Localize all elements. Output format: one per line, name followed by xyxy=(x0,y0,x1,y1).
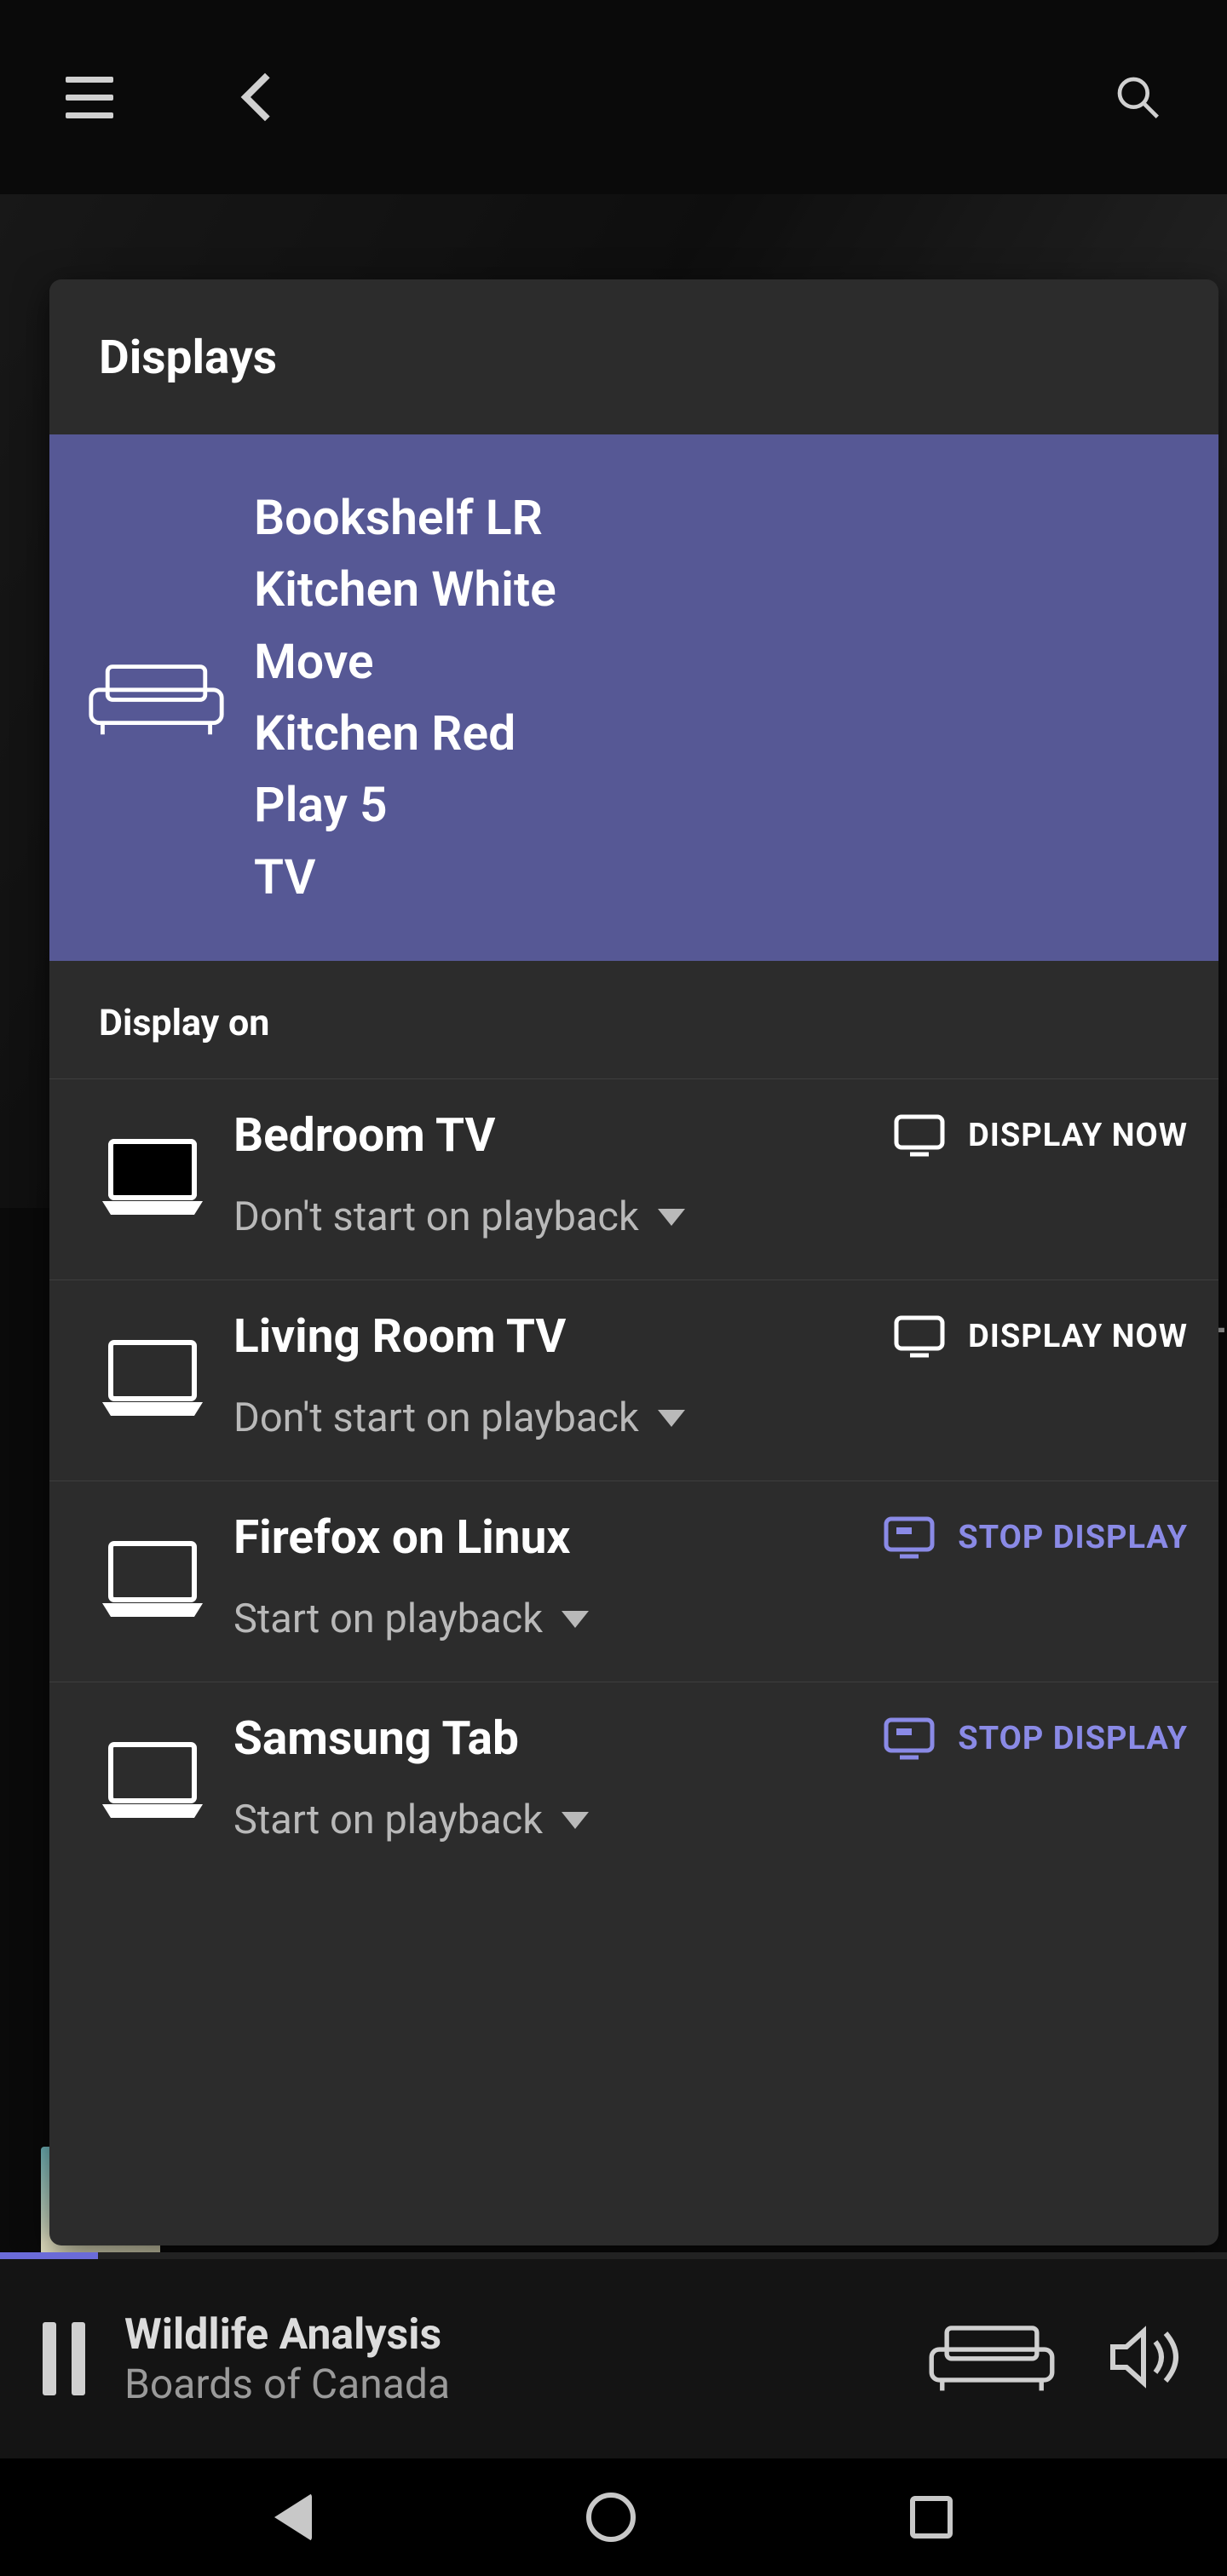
android-home-button[interactable] xyxy=(586,2493,636,2542)
display-now-button[interactable]: DISPLAY NOW xyxy=(893,1113,1188,1158)
section-label: Display on xyxy=(49,961,1218,1079)
app-bar xyxy=(0,0,1227,194)
screen-icon xyxy=(893,1113,946,1158)
display-item: Firefox on Linux STOP DISPLAY Start on p… xyxy=(49,1481,1218,1682)
playback-mode-select[interactable]: Don't start on playback xyxy=(233,1394,1188,1441)
menu-button[interactable] xyxy=(43,50,136,144)
stop-display-button[interactable]: STOP DISPLAY xyxy=(883,1515,1188,1560)
output-device-button[interactable] xyxy=(924,2320,1060,2397)
volume-button[interactable] xyxy=(1099,2314,1184,2403)
playback-mode-select[interactable]: Start on playback xyxy=(233,1797,1188,1843)
chevron-left-icon xyxy=(241,73,290,122)
volume-icon xyxy=(1099,2314,1184,2400)
playback-mode-select[interactable]: Don't start on playback xyxy=(233,1193,1188,1240)
group-name: Move xyxy=(254,628,556,696)
laptop-icon xyxy=(80,1130,225,1220)
playback-mode-label: Don't start on playback xyxy=(233,1193,639,1240)
action-label: DISPLAY NOW xyxy=(968,1318,1188,1355)
display-name: Bedroom TV xyxy=(233,1108,884,1163)
screen-active-icon xyxy=(883,1515,936,1560)
group-name: Kitchen Red xyxy=(254,699,556,768)
display-list: Bedroom TV DISPLAY NOW Don't start on pl… xyxy=(49,1079,1218,2245)
chevron-down-icon xyxy=(658,1209,685,1226)
display-item: Bedroom TV DISPLAY NOW Don't start on pl… xyxy=(49,1079,1218,1280)
display-now-button[interactable]: DISPLAY NOW xyxy=(893,1314,1188,1359)
display-name: Samsung Tab xyxy=(233,1711,874,1766)
action-label: STOP DISPLAY xyxy=(958,1720,1188,1757)
laptop-icon xyxy=(80,1733,225,1823)
display-item: Living Room TV DISPLAY NOW Don't start o… xyxy=(49,1280,1218,1481)
action-label: DISPLAY NOW xyxy=(968,1117,1188,1154)
search-button[interactable] xyxy=(1091,50,1184,144)
android-recents-button[interactable] xyxy=(910,2496,953,2539)
android-nav-bar xyxy=(0,2458,1227,2576)
search-icon xyxy=(1114,73,1161,121)
chevron-down-icon xyxy=(562,1812,589,1829)
active-group-card[interactable]: Bookshelf LR Kitchen White Move Kitchen … xyxy=(49,434,1218,961)
pause-button[interactable] xyxy=(43,2322,85,2395)
modal-title: Displays xyxy=(49,279,1218,434)
now-playing-title: Wildlife Analysis xyxy=(124,2310,884,2360)
chevron-down-icon xyxy=(658,1410,685,1427)
group-names: Bookshelf LR Kitchen White Move Kitchen … xyxy=(254,484,556,911)
android-back-button[interactable] xyxy=(274,2493,312,2541)
now-playing-artist: Boards of Canada xyxy=(124,2360,884,2408)
playback-mode-select[interactable]: Start on playback xyxy=(233,1596,1188,1642)
display-name: Living Room TV xyxy=(233,1309,884,1364)
action-label: STOP DISPLAY xyxy=(958,1519,1188,1556)
hamburger-icon xyxy=(66,77,113,118)
progress-fill xyxy=(0,2252,98,2259)
chevron-down-icon xyxy=(562,1611,589,1628)
display-name: Firefox on Linux xyxy=(233,1510,874,1565)
laptop-icon xyxy=(80,1532,225,1622)
now-playing-bar[interactable]: Wildlife Analysis Boards of Canada xyxy=(0,2259,1227,2458)
back-button[interactable] xyxy=(213,50,307,144)
now-playing-meta: Wildlife Analysis Boards of Canada xyxy=(124,2310,884,2408)
playback-mode-label: Start on playback xyxy=(233,1596,543,1642)
screen-icon xyxy=(893,1314,946,1359)
group-name: TV xyxy=(254,843,556,911)
laptop-icon xyxy=(80,1331,225,1421)
group-name: Play 5 xyxy=(254,771,556,839)
couch-icon xyxy=(924,2320,1060,2394)
group-name: Bookshelf LR xyxy=(254,484,556,552)
group-name: Kitchen White xyxy=(254,555,556,624)
screen-active-icon xyxy=(883,1716,936,1761)
couch-icon xyxy=(84,658,228,739)
pause-icon xyxy=(43,2322,56,2395)
display-item: Samsung Tab STOP DISPLAY Start on playba… xyxy=(49,1682,1218,1883)
playback-mode-label: Start on playback xyxy=(233,1797,543,1843)
playback-mode-label: Don't start on playback xyxy=(233,1394,639,1441)
stop-display-button[interactable]: STOP DISPLAY xyxy=(883,1716,1188,1761)
progress-bar[interactable] xyxy=(0,2252,1227,2259)
displays-modal: Displays Bookshelf LR Kitchen White Move… xyxy=(49,279,1218,2245)
